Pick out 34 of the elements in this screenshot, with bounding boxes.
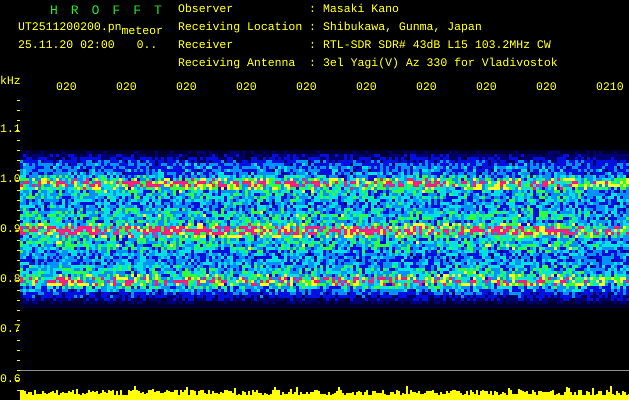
info-value: RTL-SDR SDR# 43dB L15 103.2MHz CW: [323, 40, 552, 54]
info-label: Observer: [178, 4, 234, 18]
info-separator: :: [309, 4, 317, 18]
time-label: 020: [416, 82, 438, 94]
info-label: Receiving Location: [178, 22, 304, 36]
mode-label: meteor: [122, 25, 163, 39]
info-value: 3el Yagi(V) Az 330 for Vladivostok: [323, 58, 558, 72]
time-label: 020: [56, 82, 78, 94]
time-label: 020: [176, 82, 198, 94]
time-label: 020: [236, 82, 258, 94]
date-time: 25.11.20 02:00: [18, 39, 115, 53]
info-separator: :: [309, 58, 317, 72]
time-label: 020: [476, 82, 498, 94]
info-label: Receiver: [178, 40, 234, 54]
frequency-label: 1.1: [0, 124, 21, 136]
app-title: HROFFT: [49, 4, 176, 18]
frequency-label: 0.7: [0, 324, 21, 336]
info-value: Masaki Kano: [323, 4, 400, 18]
frequency-label: 0.8: [0, 274, 21, 286]
info-separator: :: [309, 22, 317, 36]
time-label: 020: [296, 82, 318, 94]
info-value: Shibukawa, Gunma, Japan: [323, 22, 483, 36]
file-name: UT2511200200.pn: [18, 21, 122, 35]
unit-label: kHz: [0, 76, 20, 88]
info-label: Receiving Antenna: [178, 58, 296, 72]
time-label: 020: [356, 82, 378, 94]
frequency-label: 0.9: [0, 224, 21, 236]
frequency-label: 0.6: [0, 374, 21, 386]
time-label: 020: [116, 82, 138, 94]
time-label: 0210: [596, 82, 625, 94]
frequency-label: 1.0: [0, 174, 21, 186]
level-text: 0..: [136, 39, 158, 53]
info-separator: :: [309, 40, 317, 54]
time-label: 020: [536, 82, 558, 94]
